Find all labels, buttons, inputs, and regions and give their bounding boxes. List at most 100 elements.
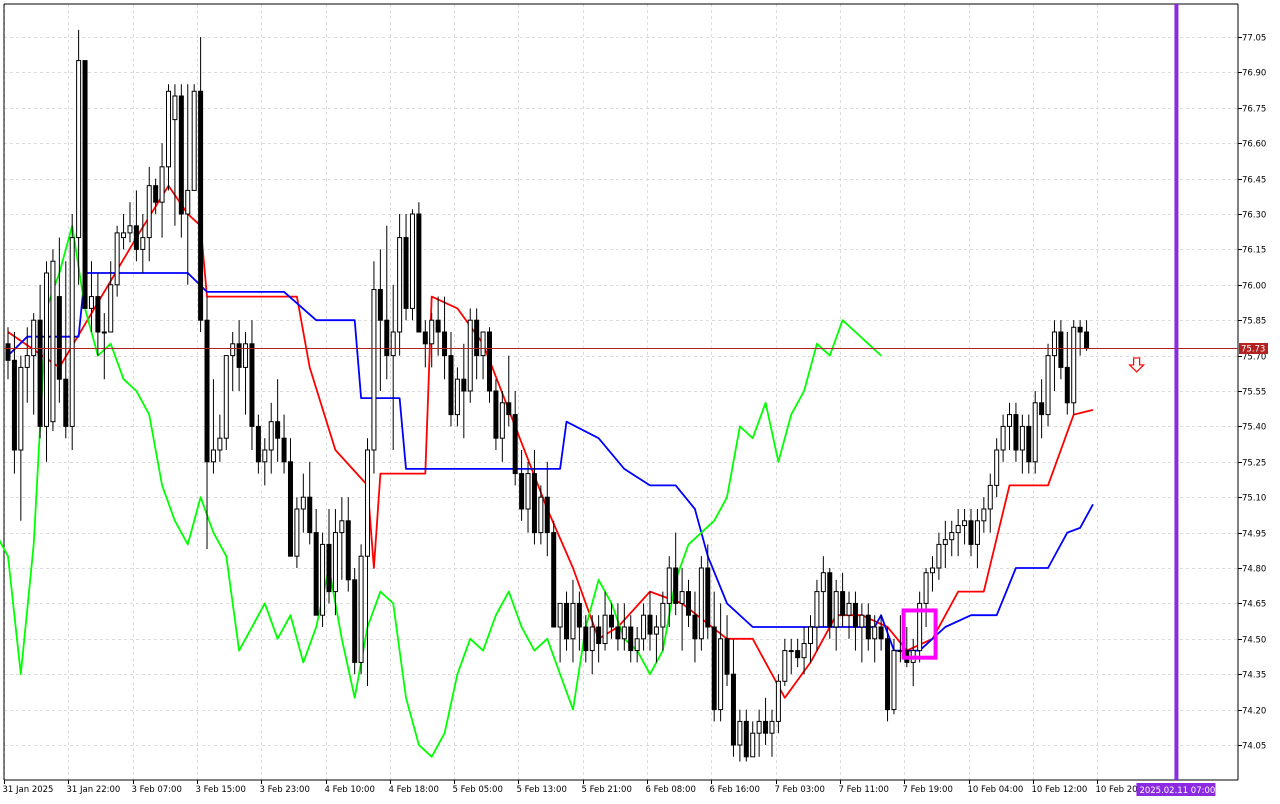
- candle-body-bull: [525, 473, 531, 510]
- candle-body-bull: [936, 543, 942, 569]
- candle-body-bear: [1026, 425, 1032, 463]
- candle: [467, 308, 473, 403]
- y-tick-label: 76.00: [1242, 282, 1266, 292]
- candle-body-bull: [390, 331, 396, 357]
- candle-body-bear: [512, 414, 518, 475]
- candle-body-bull: [397, 237, 403, 333]
- candle-body-bull: [718, 638, 724, 711]
- candle-body-bear: [564, 602, 570, 640]
- candle-body-bull: [756, 720, 762, 734]
- candle-body-bull: [698, 567, 704, 640]
- candle-body-bear: [352, 579, 358, 663]
- candle-body-bull: [846, 602, 852, 616]
- candle: [352, 568, 358, 675]
- current-price-label: 75.73: [1241, 345, 1265, 355]
- candle-body-bull: [121, 232, 127, 239]
- candle-body-bull: [371, 289, 377, 451]
- candle-body-bear: [403, 237, 409, 309]
- candle-body-bull: [268, 421, 274, 451]
- y-tick-label: 75.55: [1242, 388, 1266, 398]
- y-tick-label: 75.10: [1242, 494, 1266, 504]
- candle-body-bull: [172, 95, 178, 121]
- candle-body-bull: [1000, 425, 1006, 451]
- candle-body-bear: [1058, 331, 1064, 368]
- candle: [1071, 320, 1077, 415]
- candle-body-bear: [1064, 366, 1070, 404]
- candle-body-bull: [159, 166, 165, 203]
- candle-body-bull: [1051, 331, 1057, 357]
- candle-body-bear: [583, 626, 589, 652]
- candle-body-bear: [551, 532, 557, 628]
- candle-body-bull: [217, 437, 223, 451]
- candle-body-bear: [313, 532, 319, 616]
- candle-body-bull: [621, 626, 627, 640]
- candle-body-bull: [1045, 355, 1051, 416]
- candle-body-bear: [647, 614, 653, 635]
- candle-body-bear: [37, 319, 43, 427]
- candle-body-bear: [968, 520, 974, 545]
- y-tick-label: 74.35: [1242, 671, 1266, 681]
- candle-body-bear: [827, 572, 833, 628]
- y-tick-label: 74.05: [1242, 742, 1266, 752]
- candle-body-bull: [981, 508, 987, 522]
- candle-body-bear: [596, 626, 602, 645]
- candle-body-bull: [1019, 425, 1025, 451]
- candle-body-bull: [140, 237, 146, 250]
- candle-body-bear: [133, 225, 139, 250]
- candle-body-bear: [865, 614, 871, 640]
- candle-body-bull: [641, 614, 647, 640]
- candle-body-bear: [422, 331, 428, 345]
- candle-body-bull: [108, 284, 114, 333]
- y-tick-label: 74.95: [1242, 530, 1266, 540]
- candle-body-bear: [275, 421, 281, 439]
- candle-body-bull: [1032, 402, 1038, 463]
- x-tick-label: 10 Feb 12:00: [1032, 785, 1088, 795]
- candle: [891, 638, 897, 715]
- candle-body-bull: [210, 449, 216, 463]
- candle-body-bull: [467, 319, 473, 392]
- candle: [191, 84, 197, 191]
- candle-body-bear: [345, 520, 351, 581]
- y-tick-label: 76.30: [1242, 211, 1266, 221]
- candle-body-bull: [185, 189, 191, 215]
- candle: [409, 209, 415, 321]
- candle: [885, 627, 891, 722]
- candle: [320, 532, 326, 627]
- candle-body-bear: [281, 437, 287, 463]
- x-tick-label: 4 Feb 18:00: [389, 785, 439, 795]
- candle-body-bear: [743, 720, 749, 758]
- candle-body-bear: [5, 343, 11, 361]
- candle-body-bear: [711, 626, 717, 711]
- candle-body-bear: [1013, 414, 1019, 451]
- candle-body-bull: [88, 296, 94, 309]
- candle-body-bull: [320, 543, 326, 616]
- x-tick-label: 7 Feb 11:00: [839, 785, 889, 795]
- candle-body-bull: [788, 650, 794, 653]
- candle-body-bull: [166, 90, 171, 168]
- candle-body-bear: [878, 626, 884, 640]
- y-tick-label: 77.05: [1242, 34, 1266, 44]
- candle-body-bear: [840, 591, 846, 616]
- time-highlight-tag: 2025.02.11 07:00: [1136, 783, 1216, 796]
- candle: [1045, 343, 1051, 427]
- candle-body-bear: [692, 614, 698, 640]
- candle-body-bear: [198, 90, 204, 321]
- candle-body-bull: [737, 720, 743, 746]
- y-tick-label: 74.80: [1242, 565, 1266, 575]
- candle-body-bull: [769, 720, 775, 734]
- candle-body-bear: [307, 496, 313, 534]
- candle-body-bull: [499, 402, 505, 439]
- candle-body-bull: [230, 343, 236, 357]
- candle-body-bull: [76, 60, 82, 239]
- candle-body-bull: [962, 520, 968, 527]
- candle-body-bull: [801, 643, 807, 659]
- candle-body-bear: [730, 673, 736, 746]
- candle-body-bull: [294, 508, 300, 557]
- candle-body-bull: [243, 343, 249, 368]
- x-tick-label: 4 Feb 10:00: [325, 785, 375, 795]
- candle-body-bull: [666, 567, 672, 604]
- candle-body-bear: [487, 331, 492, 392]
- candle-body-bull: [833, 591, 839, 628]
- candle-body-bull: [820, 572, 826, 593]
- candle-body-bull: [557, 602, 563, 628]
